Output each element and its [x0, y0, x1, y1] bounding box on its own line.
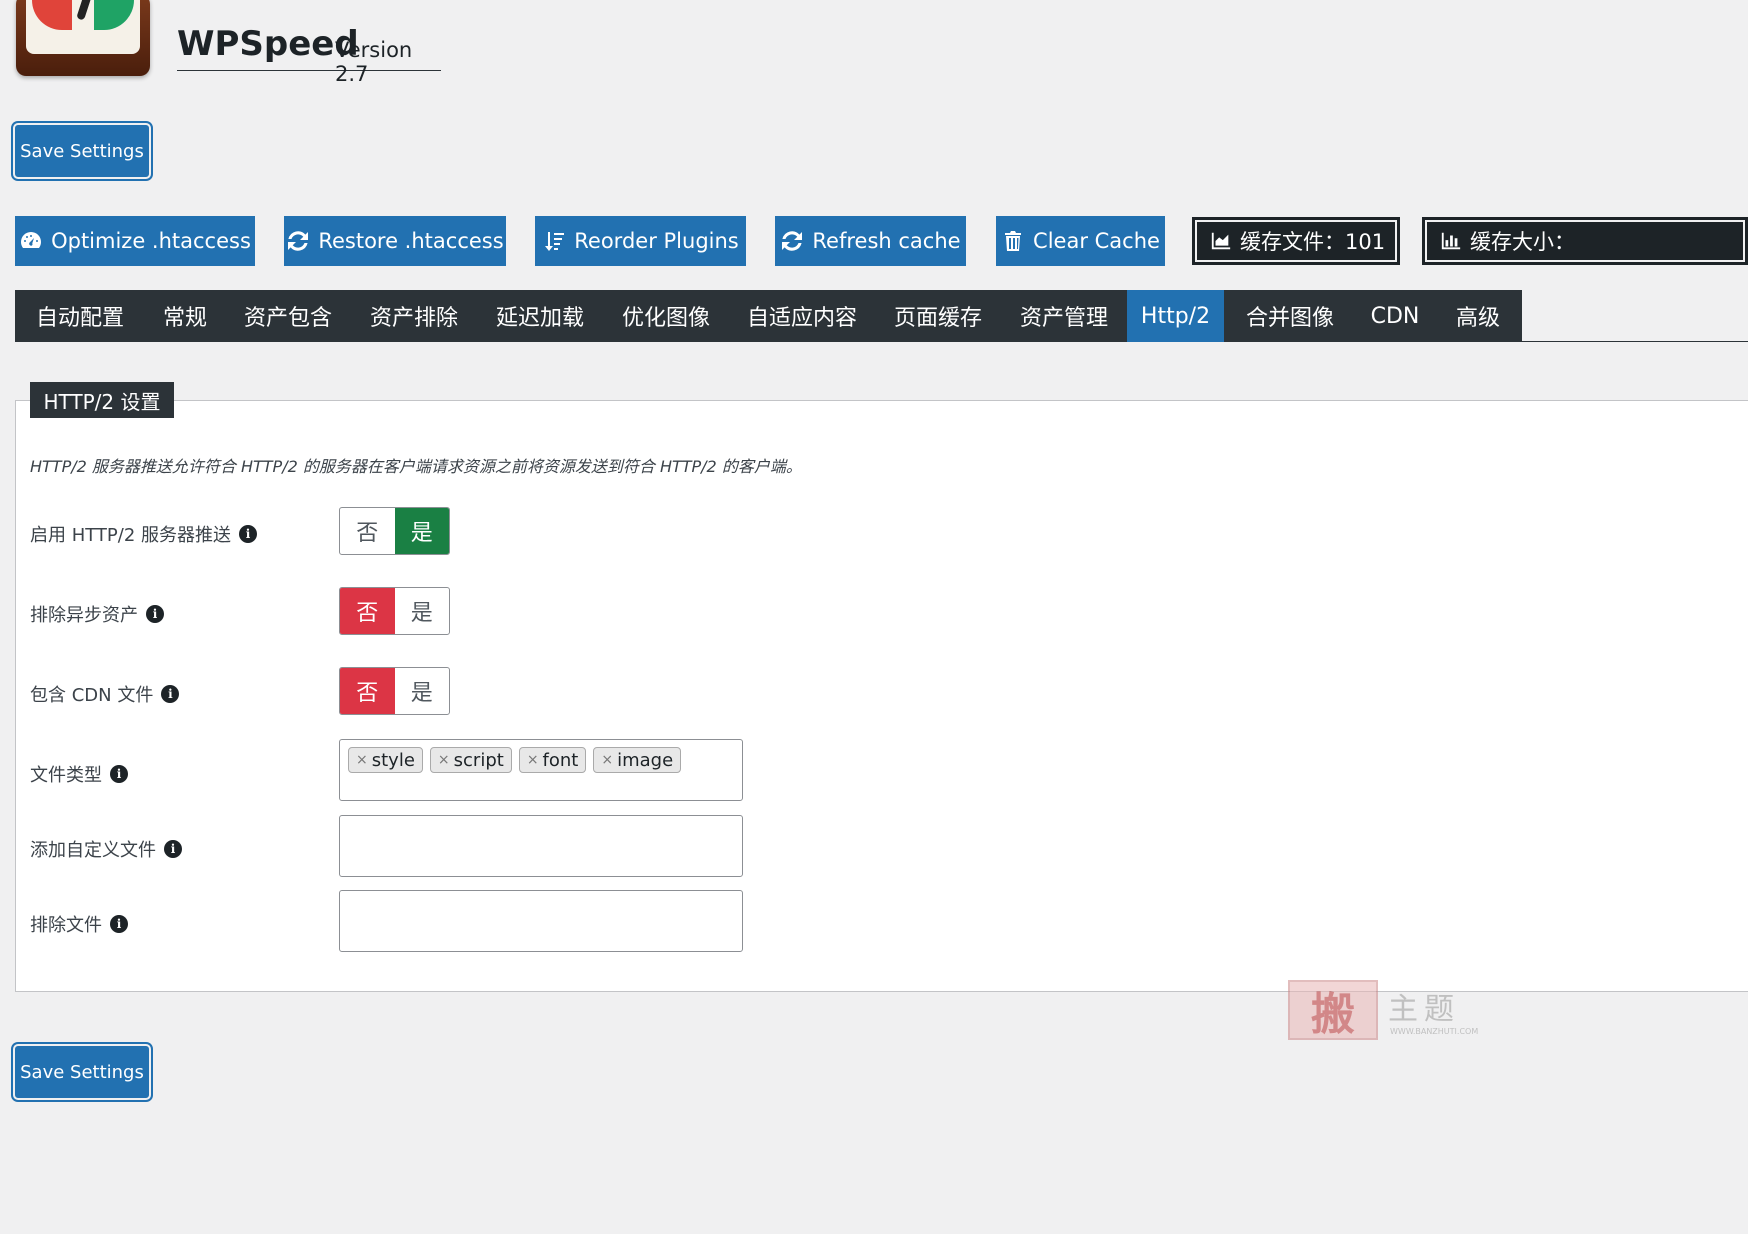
- app-name: WPSpeed: [177, 24, 359, 64]
- area-chart-icon: [1211, 232, 1231, 250]
- tag-label: font: [542, 749, 579, 771]
- tag-image: × image: [593, 747, 682, 773]
- setting-label-text: 文件类型: [30, 765, 102, 786]
- trash-icon: [1005, 231, 1022, 251]
- refresh-icon: [782, 231, 803, 251]
- save-settings-button-top[interactable]: Save Settings: [15, 125, 149, 177]
- optimize-htaccess-button[interactable]: Optimize .htaccess: [15, 216, 255, 266]
- sort-icon: [545, 232, 565, 251]
- tab-combine-images[interactable]: 合并图像: [1224, 290, 1356, 342]
- tab-page-cache[interactable]: 页面缓存: [875, 290, 1001, 342]
- toggle-option-yes[interactable]: 是: [394, 508, 449, 554]
- tab-auto-config[interactable]: 自动配置: [15, 290, 145, 342]
- page-title: WPSpeed Version 2.7: [177, 24, 441, 86]
- info-icon[interactable]: i: [146, 605, 164, 623]
- panel-legend: HTTP/2 设置: [30, 382, 174, 418]
- cache-size-stat[interactable]: 缓存大小：: [1422, 217, 1748, 265]
- file-types-multiselect[interactable]: × style × script × font × image: [339, 739, 743, 801]
- gauge-face: [26, 0, 140, 54]
- tab-asset-exclude[interactable]: 资产排除: [351, 290, 477, 342]
- setting-label-include-cdn: 包含 CDN 文件 i: [30, 681, 180, 707]
- watermark-text: 主题: [1388, 992, 1460, 1027]
- cache-files-label: 缓存文件：101: [1240, 230, 1386, 254]
- setting-label-exclude-files: 排除文件 i: [30, 911, 128, 937]
- tab-adaptive-content[interactable]: 自适应内容: [729, 290, 875, 342]
- watermark: 搬 主题 WWW.BANZHUTI.COM: [1288, 980, 1498, 1042]
- reorder-plugins-label: Reorder Plugins: [574, 229, 739, 253]
- toggle-option-no[interactable]: 否: [340, 668, 395, 714]
- restore-htaccess-button[interactable]: Restore .htaccess: [284, 216, 506, 266]
- refresh-icon: [288, 231, 309, 251]
- tag-style: × style: [348, 747, 423, 773]
- setting-label-custom-files: 添加自定义文件 i: [30, 836, 182, 862]
- toggle-option-no[interactable]: 否: [340, 508, 395, 554]
- tab-advanced[interactable]: 高级: [1434, 290, 1522, 342]
- setting-label-text: 包含 CDN 文件: [30, 685, 154, 706]
- info-icon[interactable]: i: [110, 765, 128, 783]
- optimize-htaccess-label: Optimize .htaccess: [51, 229, 251, 253]
- refresh-cache-label: Refresh cache: [812, 229, 961, 253]
- http2-settings-panel: [15, 400, 1748, 992]
- tag-label: script: [453, 749, 504, 771]
- settings-tabs: 自动配置 常规 资产包含 资产排除 延迟加载 优化图像 自适应内容 页面缓存 资…: [15, 290, 1748, 342]
- tab-general[interactable]: 常规: [145, 290, 225, 342]
- setting-label-text: 排除异步资产: [30, 605, 138, 626]
- remove-tag-icon[interactable]: ×: [601, 752, 613, 768]
- gauge-needle: [76, 0, 92, 21]
- exclude-files-input[interactable]: [339, 890, 743, 952]
- tab-lazy-load[interactable]: 延迟加载: [477, 290, 603, 342]
- tag-script: × script: [429, 747, 512, 773]
- info-icon[interactable]: i: [164, 840, 182, 858]
- gauge-green-zone: [94, 0, 134, 30]
- tab-asset-include[interactable]: 资产包含: [225, 290, 351, 342]
- setting-label-file-types: 文件类型 i: [30, 761, 128, 787]
- custom-files-input[interactable]: [339, 815, 743, 877]
- tag-label: style: [371, 749, 415, 771]
- restore-htaccess-label: Restore .htaccess: [318, 229, 504, 253]
- remove-tag-icon[interactable]: ×: [527, 752, 539, 768]
- setting-label-text: 添加自定义文件: [30, 840, 156, 861]
- info-icon[interactable]: i: [161, 685, 180, 703]
- cache-size-label: 缓存大小：: [1470, 230, 1575, 254]
- bar-chart-icon: [1441, 232, 1461, 250]
- info-icon[interactable]: i: [239, 525, 258, 543]
- reorder-plugins-button[interactable]: Reorder Plugins: [535, 216, 746, 266]
- include-cdn-toggle[interactable]: 否 是: [339, 667, 450, 715]
- selected-tags: × style × script × font × image: [340, 740, 742, 773]
- tag-font: × font: [518, 747, 587, 773]
- http2-push-toggle[interactable]: 否 是: [339, 507, 450, 555]
- refresh-cache-button[interactable]: Refresh cache: [775, 216, 966, 266]
- toggle-option-no[interactable]: 否: [340, 588, 395, 634]
- clear-cache-button[interactable]: Clear Cache: [996, 216, 1165, 266]
- panel-description: HTTP/2 服务器推送允许符合 HTTP/2 的服务器在客户端请求资源之前将资…: [30, 457, 802, 476]
- toggle-option-yes[interactable]: 是: [395, 668, 450, 714]
- setting-label-exclude-async: 排除异步资产 i: [30, 601, 164, 627]
- remove-tag-icon[interactable]: ×: [438, 752, 450, 768]
- tab-optimize-images[interactable]: 优化图像: [603, 290, 729, 342]
- toggle-option-yes[interactable]: 是: [395, 588, 450, 634]
- remove-tag-icon[interactable]: ×: [356, 752, 368, 768]
- gauge-red-zone: [32, 0, 72, 30]
- cache-files-stat[interactable]: 缓存文件：101: [1192, 217, 1400, 265]
- tab-asset-manager[interactable]: 资产管理: [1001, 290, 1127, 342]
- setting-label-http2-push: 启用 HTTP/2 服务器推送 i: [30, 521, 258, 547]
- tab-cdn[interactable]: CDN: [1356, 290, 1434, 342]
- app-version: Version 2.7: [335, 38, 413, 86]
- gauge-icon: [21, 232, 42, 248]
- info-icon[interactable]: i: [110, 915, 128, 933]
- clear-cache-label: Clear Cache: [1033, 229, 1160, 253]
- watermark-url: WWW.BANZHUTI.COM: [1390, 1027, 1479, 1036]
- tab-http2[interactable]: Http/2: [1127, 290, 1224, 342]
- exclude-async-toggle[interactable]: 否 是: [339, 587, 450, 635]
- setting-label-text: 排除文件: [30, 915, 102, 936]
- watermark-mark: 搬: [1288, 980, 1378, 1040]
- setting-label-text: 启用 HTTP/2 服务器推送: [30, 525, 232, 546]
- save-settings-button-bottom[interactable]: Save Settings: [15, 1046, 149, 1098]
- tag-label: image: [617, 749, 674, 771]
- wpspeed-logo: [16, 0, 150, 76]
